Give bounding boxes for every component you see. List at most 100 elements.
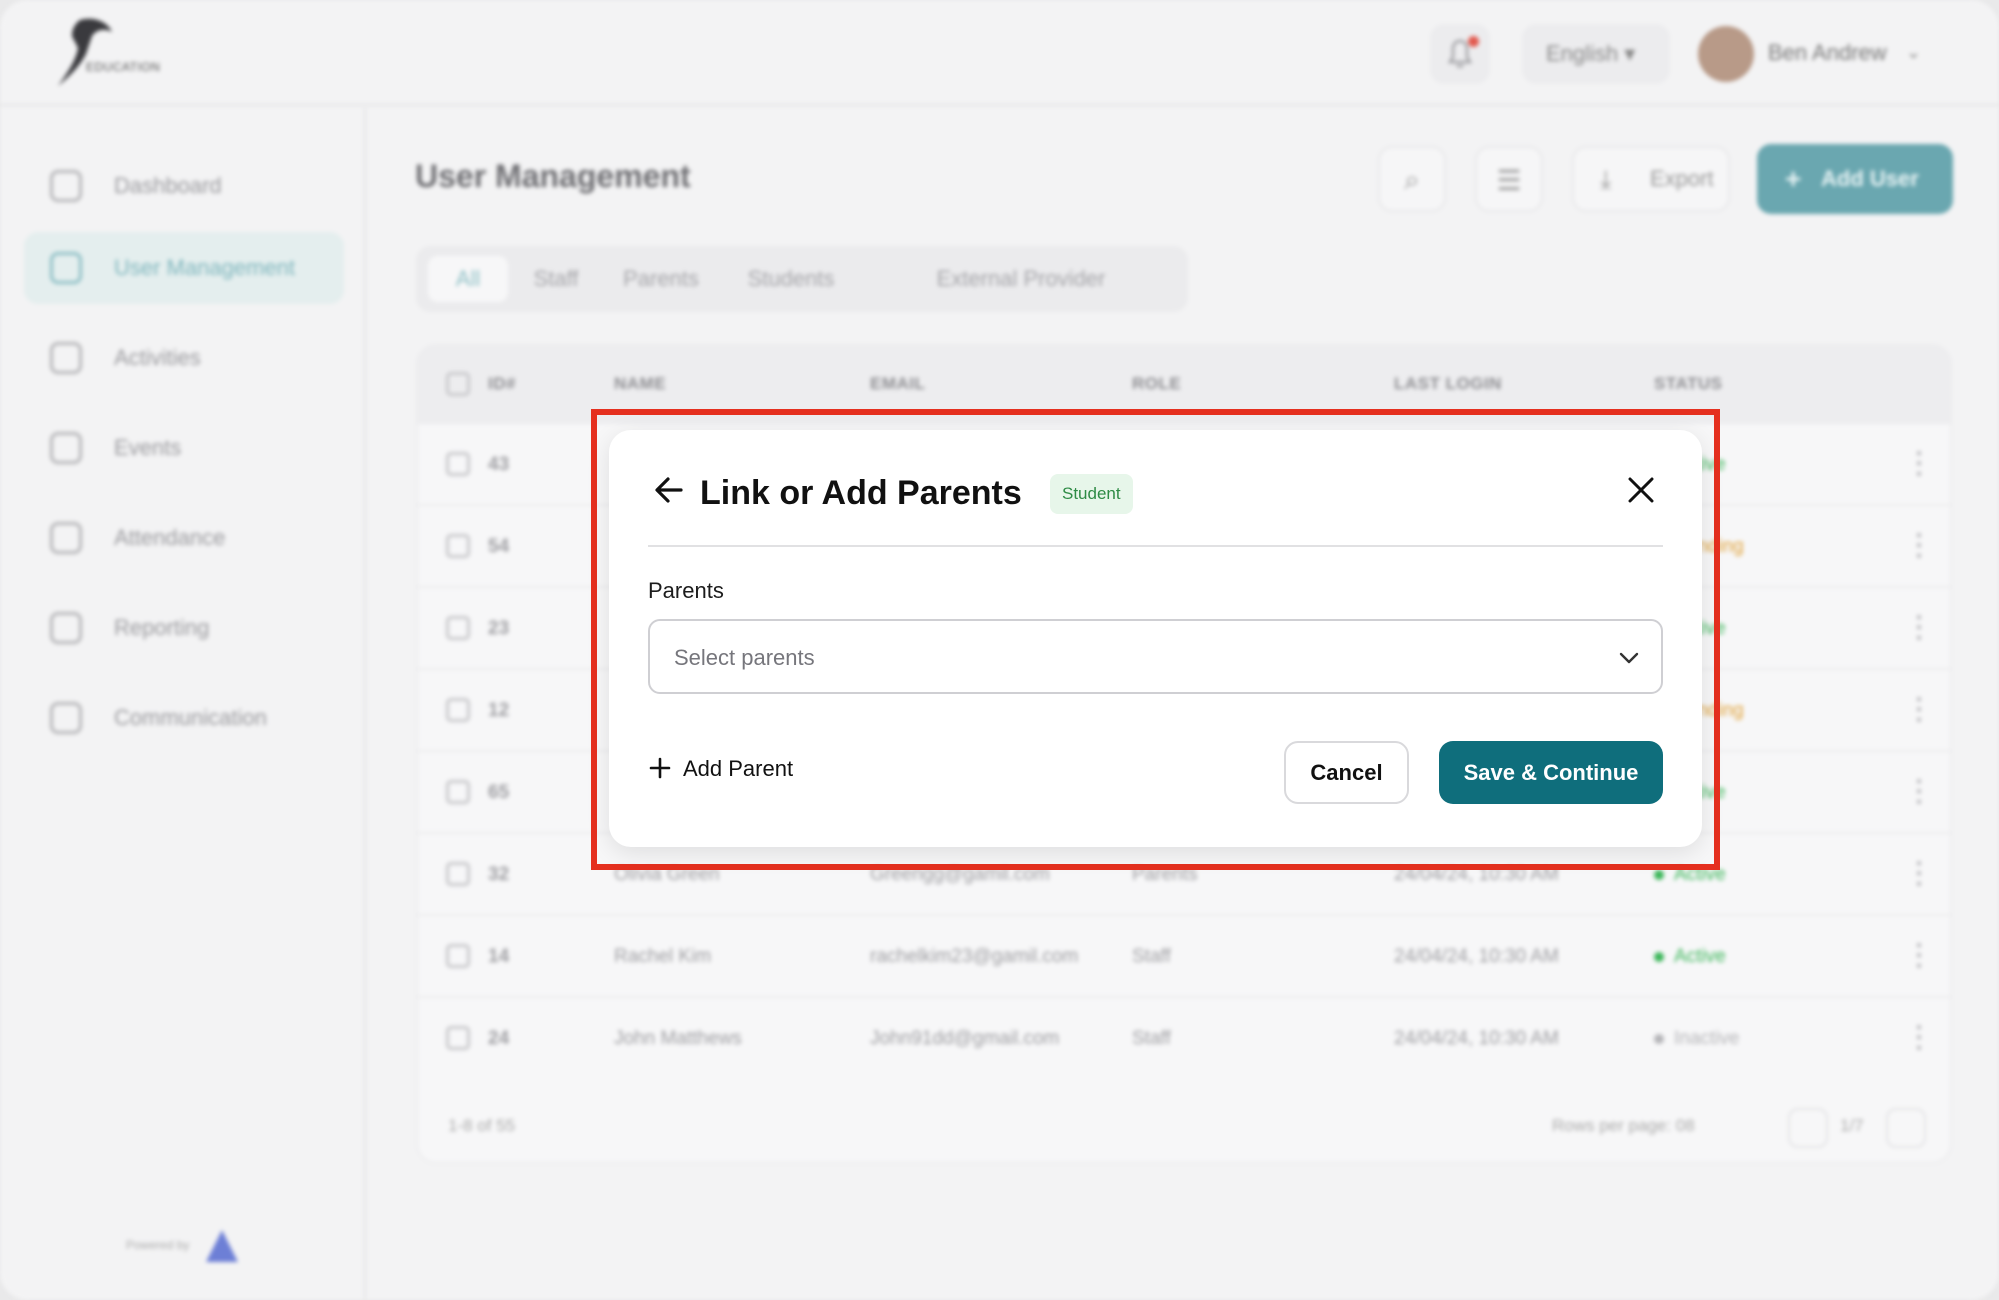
more-options-icon[interactable]: ⋮ (1904, 774, 1934, 809)
save-continue-button[interactable]: Save & Continue (1439, 741, 1663, 804)
chevron-down-icon (1619, 652, 1639, 664)
activities-icon (50, 342, 82, 374)
tab-external-provider[interactable]: External Provider (866, 256, 1176, 302)
sidebar-item-activities[interactable]: Activities (24, 322, 344, 394)
user-tabs: All Staff Parents Students External Prov… (416, 246, 1188, 312)
select-placeholder: Select parents (674, 645, 815, 670)
attendance-icon (50, 522, 82, 554)
link-parents-modal: Link or Add Parents Student Parents Sele… (609, 430, 1702, 847)
cell-id: 54 (488, 536, 510, 557)
more-options-icon[interactable]: ⋮ (1904, 528, 1934, 563)
more-options-icon[interactable]: ⋮ (1904, 856, 1934, 891)
row-checkbox[interactable] (446, 534, 470, 558)
language-select[interactable]: English ▾ (1522, 24, 1670, 84)
cell-email: John91dd@gmail.com (870, 1028, 1060, 1049)
column-header-status[interactable]: STATUS (1654, 374, 1722, 394)
page-indicator: 1/7 (1840, 1116, 1864, 1135)
sidebar-item-attendance[interactable]: Attendance (24, 502, 344, 574)
powered-by-text: Powered by (126, 1238, 190, 1252)
cell-role: Staff (1132, 946, 1171, 967)
cell-last-login: 24/04/24, 10:30 AM (1394, 946, 1559, 967)
close-icon[interactable] (1621, 470, 1661, 510)
select-all-checkbox[interactable] (446, 372, 470, 396)
more-options-icon[interactable]: ⋮ (1904, 446, 1934, 481)
prev-page-button[interactable] (1788, 1108, 1828, 1148)
cell-id: 12 (488, 700, 510, 721)
avatar[interactable] (1698, 26, 1754, 82)
table-row[interactable]: 14 Rachel Kim rachelkim23@gamil.com Staff 24… (418, 914, 1950, 996)
tab-parents[interactable]: Parents (606, 256, 716, 302)
bar-chart-icon (50, 612, 82, 644)
user-name[interactable]: Ben Andrew (1768, 40, 1887, 66)
sidebar-item-label: Communication (114, 705, 267, 730)
row-checkbox[interactable] (446, 698, 470, 722)
chevron-down-icon[interactable]: ⌄ (1906, 42, 1921, 63)
row-checkbox[interactable] (446, 944, 470, 968)
top-bar: EDUCATION English ▾ Ben Andrew ⌄ (0, 0, 1999, 106)
tab-staff[interactable]: Staff (516, 256, 596, 302)
cell-last-login: 24/04/24, 10:30 AM (1394, 1028, 1559, 1049)
parents-select[interactable]: Select parents (648, 619, 1663, 694)
status-dot (1654, 952, 1664, 962)
column-header-email[interactable]: EMAIL (870, 374, 925, 394)
row-checkbox[interactable] (446, 616, 470, 640)
table-row[interactable]: 24 John Matthews John91dd@gmail.com Staff 24… (418, 996, 1950, 1078)
sidebar-item-events[interactable]: Events (24, 412, 344, 484)
row-checkbox[interactable] (446, 452, 470, 476)
cell-role: Staff (1132, 1028, 1171, 1049)
filter-button[interactable]: ☰ (1475, 146, 1543, 212)
more-options-icon[interactable]: ⋮ (1904, 1020, 1934, 1055)
row-checkbox[interactable] (446, 780, 470, 804)
cancel-button[interactable]: Cancel (1284, 741, 1409, 804)
more-options-icon[interactable]: ⋮ (1904, 692, 1934, 727)
status-badge: Inactive (1674, 1028, 1740, 1049)
filter-icon: ☰ (1496, 165, 1522, 196)
cell-name: John Matthews (614, 1028, 742, 1049)
cell-id: 24 (488, 1028, 510, 1049)
column-header-role[interactable]: ROLE (1132, 374, 1181, 394)
modal-divider (648, 545, 1663, 547)
sidebar-item-dashboard[interactable]: Dashboard (24, 150, 344, 222)
cell-name: Rachel Kim (614, 946, 712, 967)
sidebar-item-reporting[interactable]: Reporting (24, 592, 344, 664)
column-header-last-login[interactable]: LAST LOGIN (1394, 374, 1502, 394)
more-options-icon[interactable]: ⋮ (1904, 610, 1934, 645)
role-badge: Student (1050, 474, 1133, 514)
notifications-button[interactable] (1430, 24, 1490, 84)
sidebar-item-communication[interactable]: Communication (24, 682, 344, 754)
users-icon (50, 252, 82, 284)
cell-id: 32 (488, 864, 510, 885)
arrow-left-icon[interactable] (649, 470, 689, 510)
cell-id: 43 (488, 454, 510, 475)
row-checkbox[interactable] (446, 1026, 470, 1050)
plus-icon: + (1785, 163, 1802, 194)
bell-icon (1447, 39, 1473, 68)
sidebar-item-label: User Management (114, 255, 295, 280)
plus-icon (649, 757, 671, 779)
status-dot (1654, 1034, 1664, 1044)
sidebar-item-label: Events (114, 435, 182, 460)
page-title: User Management (415, 158, 691, 194)
logo-text: EDUCATION (86, 60, 161, 74)
notification-dot (1468, 36, 1479, 47)
search-icon: ⌕ (1404, 164, 1420, 195)
more-options-icon[interactable]: ⋮ (1904, 938, 1934, 973)
grid-icon (50, 170, 82, 202)
row-checkbox[interactable] (446, 862, 470, 886)
sidebar: Dashboard User Management Activities Eve… (0, 108, 366, 1300)
add-user-button[interactable]: + Add User (1757, 144, 1953, 214)
sidebar-item-label: Attendance (114, 525, 226, 550)
column-header-name[interactable]: NAME (614, 374, 666, 394)
language-label: English (1546, 41, 1619, 66)
cell-id: 65 (488, 782, 510, 803)
rows-per-page-select[interactable]: Rows per page: 08 (1552, 1116, 1695, 1136)
next-page-button[interactable] (1886, 1108, 1926, 1148)
pagination-range: 1-8 of 55 (448, 1116, 516, 1135)
sidebar-item-user-management[interactable]: User Management (24, 232, 344, 304)
tab-all[interactable]: All (428, 256, 508, 302)
search-button[interactable]: ⌕ (1378, 146, 1446, 212)
column-header-id[interactable]: ID# (488, 374, 516, 394)
modal-title: Link or Add Parents (700, 474, 1022, 512)
export-button[interactable]: ⤓ Export (1572, 146, 1730, 212)
tab-students[interactable]: Students (726, 256, 856, 302)
